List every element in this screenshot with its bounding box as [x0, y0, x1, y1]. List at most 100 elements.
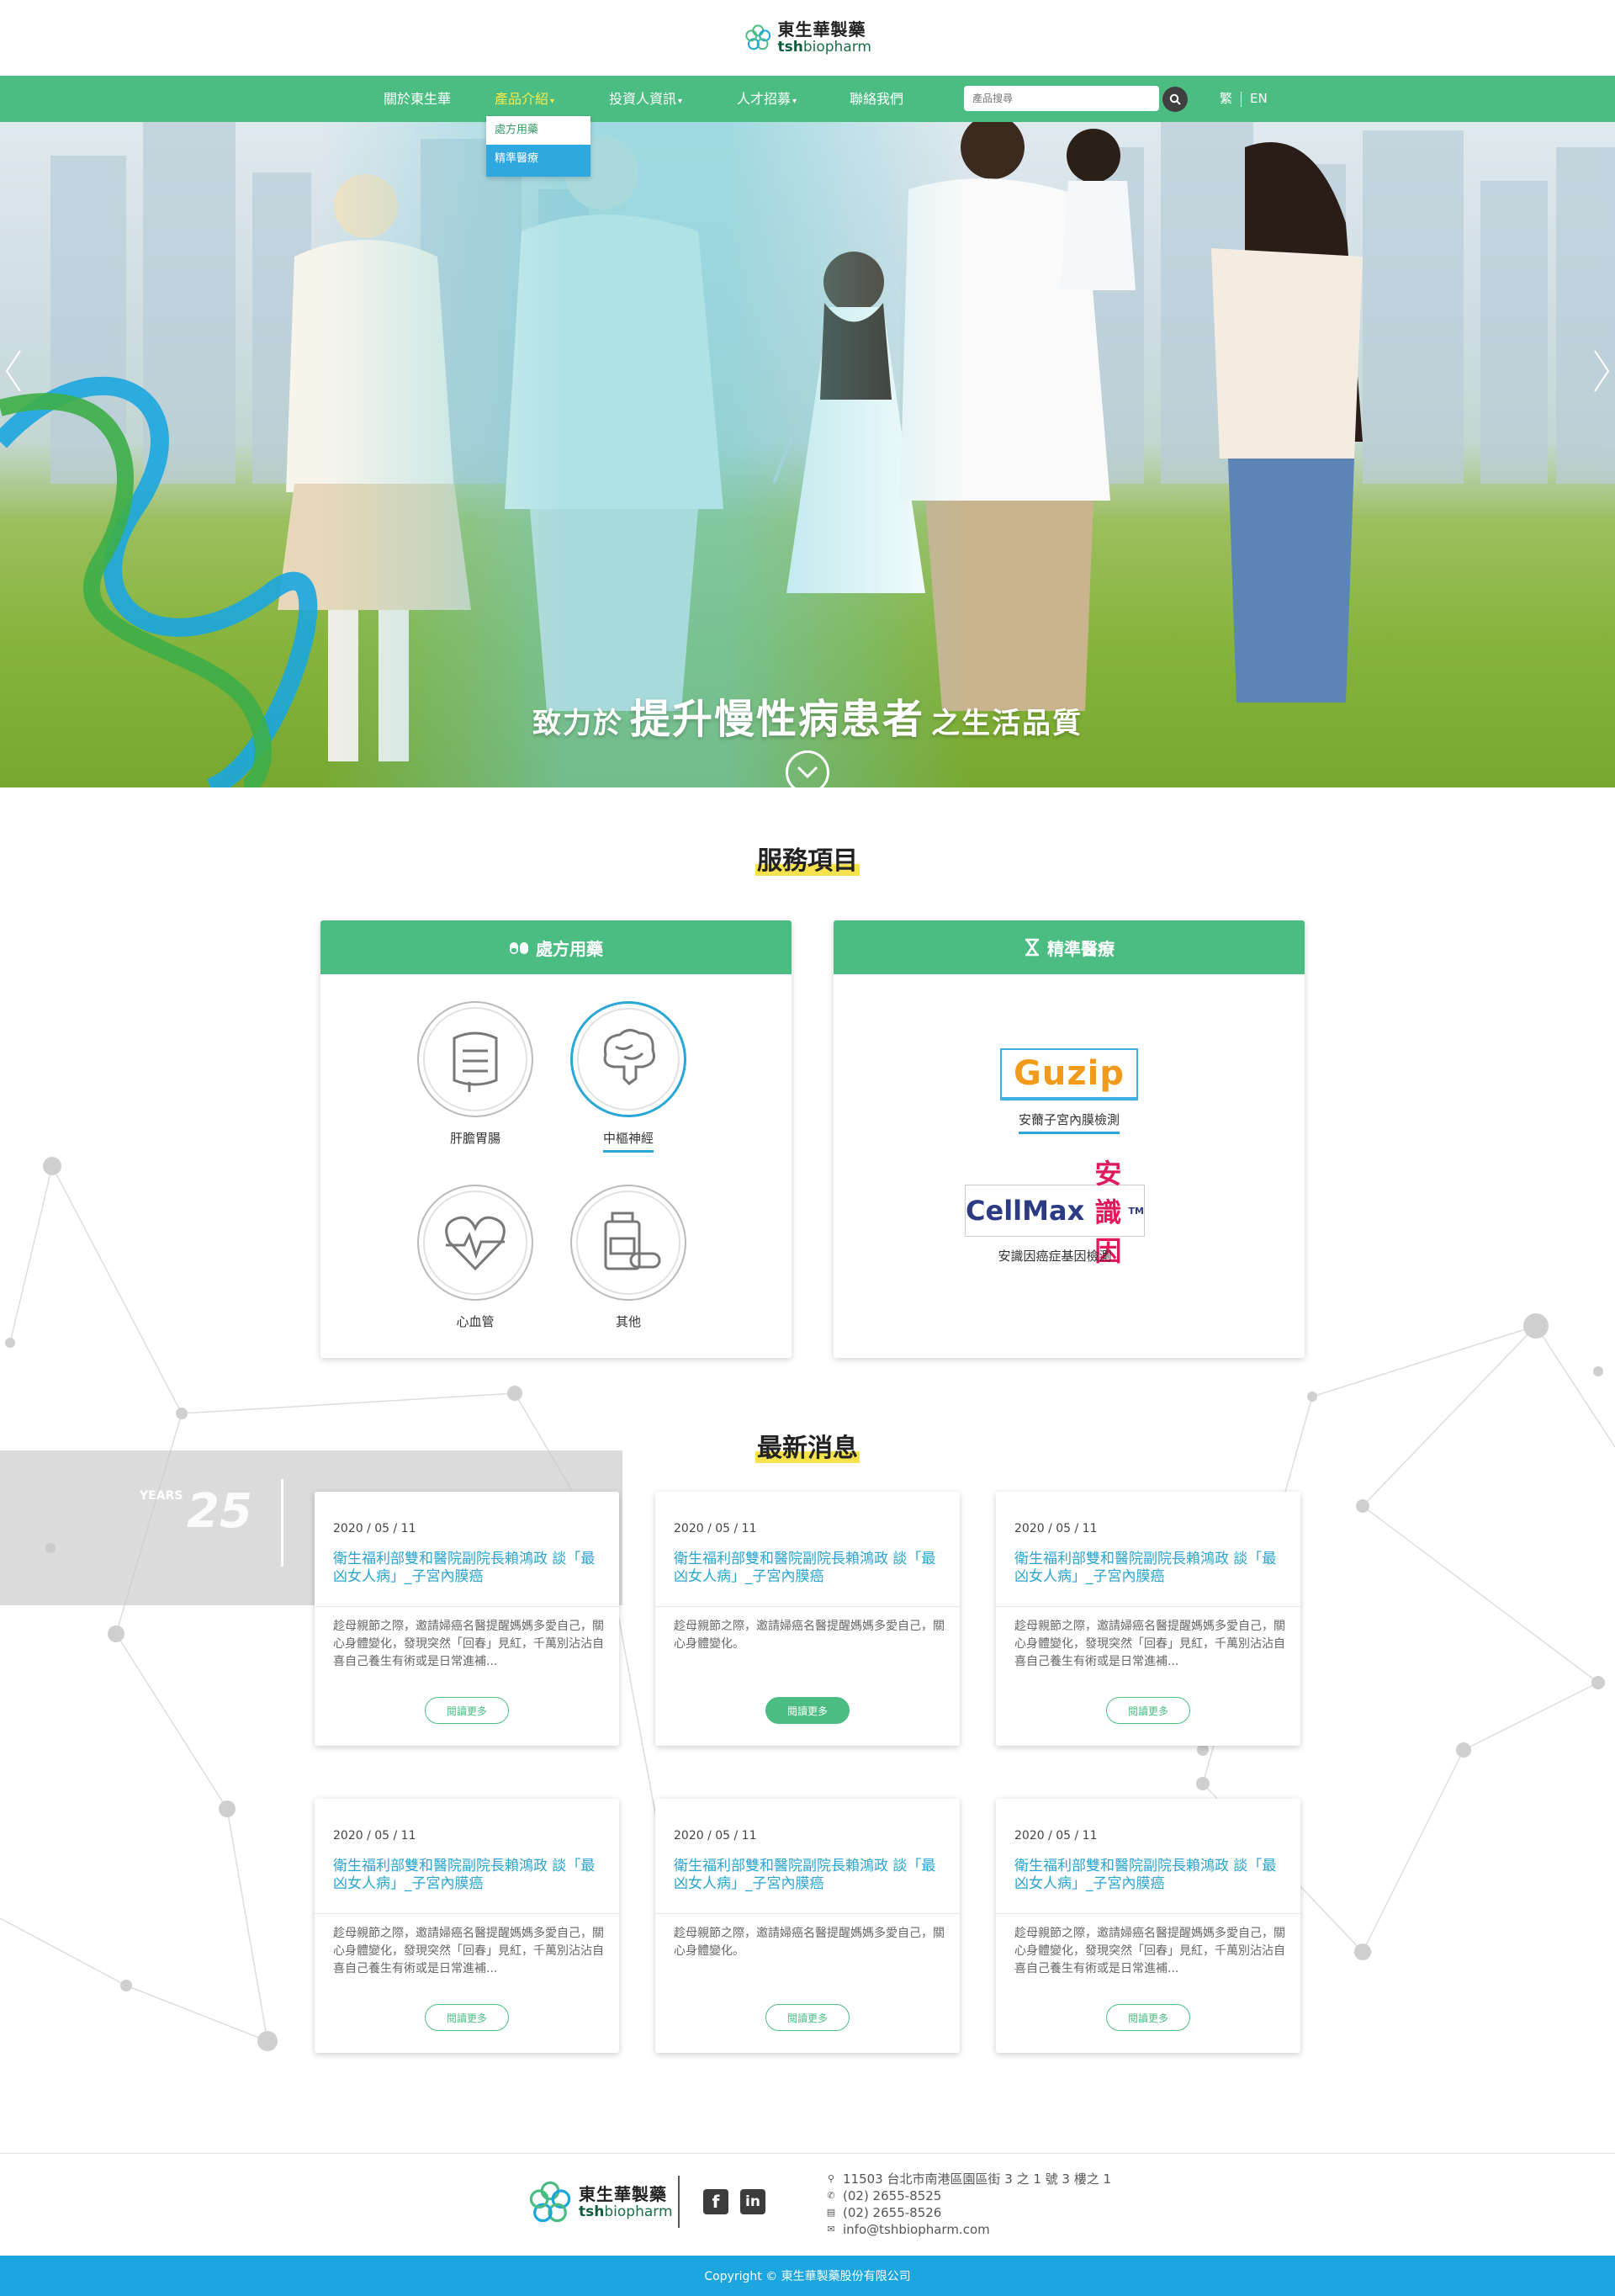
pills-icon	[509, 939, 529, 956]
footer-email[interactable]: info@tshbiopharm.com	[843, 2221, 990, 2238]
site-footer: 東生華製藥 tshbiopharm f in ⚲ 11503 台北市南港區園區街 …	[0, 2153, 1615, 2256]
news-card[interactable]: 2020 / 05 / 11 衛生福利部雙和醫院副院長賴鴻政 談「最凶女人病」_…	[655, 1799, 960, 2053]
main-nav: 關於東生華 產品介紹▾ 投資人資訊▾ 人才招募▾ 聯絡我們 繁 EN	[0, 76, 1615, 122]
caret-down-icon: ▾	[550, 97, 555, 106]
news-title: 最新消息	[755, 1434, 860, 1463]
news-card[interactable]: 2020 / 05 / 11 衛生福利部雙和醫院副院長賴鴻政 談「最凶女人病」_…	[996, 1492, 1300, 1746]
hero-caption: 致力於 提升慢性病患者 之生活品質	[532, 696, 1083, 743]
news-title-link[interactable]: 衛生福利部雙和醫院副院長賴鴻政 談「最凶女人病」_子宮內膜癌	[674, 1858, 945, 1893]
read-more-button[interactable]: 閱讀更多	[765, 2004, 850, 2031]
medicine-bottle-icon	[604, 1212, 661, 1270]
prescription-panel: 處方用藥 肝膽胃腸 中樞神經 心血管 其他	[320, 920, 792, 1358]
lang-en-link[interactable]: EN	[1250, 91, 1268, 106]
caret-down-icon: ▾	[792, 97, 797, 106]
guzip-logo: Guzip	[1000, 1048, 1138, 1100]
nav-item-investors[interactable]: 投資人資訊 ▾	[609, 76, 682, 122]
contact-info: ⚲ 11503 台北市南港區園區街 3 之 1 號 3 樓之 1 ✆ (02) 26…	[826, 2171, 1111, 2238]
category-other[interactable]: 其他	[569, 1185, 687, 1334]
scroll-down-button[interactable]	[786, 750, 829, 787]
news-title-link[interactable]: 衛生福利部雙和醫院副院長賴鴻政 談「最凶女人病」_子宮內膜癌	[1014, 1551, 1285, 1586]
facebook-icon[interactable]: f	[703, 2189, 728, 2214]
news-excerpt: 趁母親節之際，邀請婦癌名醫提醒媽媽多愛自己，關心身體變化，發現突然「回春」見紅，…	[1014, 1620, 1285, 1668]
read-more-button[interactable]: 閱讀更多	[765, 1697, 850, 1724]
logo-name-zh: 東生華製藥	[777, 19, 866, 40]
envelope-icon: ✉	[827, 2224, 835, 2235]
read-more-button[interactable]: 閱讀更多	[425, 1697, 509, 1724]
news-excerpt: 趁母親節之際，邀請婦癌名醫提醒媽媽多愛自己，關心身體變化，發現突然「回春」見紅，…	[333, 1620, 604, 1668]
brand-guzip[interactable]: Guzip 安薾子宮內膜檢測	[1000, 1048, 1138, 1134]
precision-panel: 精準醫療 Guzip 安薾子宮內膜檢測 CellMax 安識因 TM 安識因癌症基因…	[834, 920, 1305, 1358]
news-card[interactable]: 2020 / 05 / 11 衛生福利部雙和醫院副院長賴鴻政 談「最凶女人病」_…	[996, 1799, 1300, 2053]
fax-icon: ▤	[826, 2207, 836, 2218]
footer-phone[interactable]: (02) 2655-8525	[843, 2187, 941, 2204]
footer-address: 11503 台北市南港區園區街 3 之 1 號 3 樓之 1	[843, 2171, 1112, 2187]
phone-icon: ✆	[827, 2190, 835, 2201]
social-links: f in	[703, 2189, 765, 2214]
products-dropdown: 處方用藥 精準醫療	[486, 116, 590, 177]
anniversary-number: 25	[187, 1484, 252, 1539]
category-gastro[interactable]: 肝膽胃腸	[416, 1001, 534, 1150]
news-date: 2020 / 05 / 11	[333, 1522, 416, 1535]
map-pin-icon: ⚲	[827, 2173, 835, 2184]
news-date: 2020 / 05 / 11	[1014, 1829, 1098, 1843]
copyright-text: Copyright © 東生華製藥股份有限公司	[704, 2270, 911, 2283]
footer-fax: (02) 2655-8526	[843, 2205, 942, 2220]
footer-logo-name-zh: 東生華製藥	[579, 2184, 667, 2204]
precision-panel-header: 精準醫療	[834, 920, 1305, 974]
brain-icon	[603, 1029, 655, 1085]
nav-item-about[interactable]: 關於東生華	[384, 76, 451, 122]
site-logo[interactable]: 東生華製藥 tshbiopharm	[744, 15, 871, 61]
news-card[interactable]: 2020 / 05 / 11 衛生福利部雙和醫院副院長賴鴻政 談「最凶女人病」_…	[655, 1492, 960, 1746]
news-title-link[interactable]: 衛生福利部雙和醫院副院長賴鴻政 談「最凶女人病」_子宮內膜癌	[333, 1858, 604, 1893]
news-title-link[interactable]: 衛生福利部雙和醫院副院長賴鴻政 談「最凶女人病」_子宮內膜癌	[333, 1551, 604, 1586]
dna-icon	[1024, 938, 1040, 957]
heart-pulse-icon	[445, 1216, 506, 1271]
footer-logo-name-en: tshbiopharm	[579, 2203, 673, 2220]
services-title: 服務項目	[755, 846, 860, 876]
category-neuro[interactable]: 中樞神經	[569, 1001, 687, 1153]
prescription-panel-header: 處方用藥	[320, 920, 792, 974]
news-date: 2020 / 05 / 11	[674, 1829, 757, 1843]
slider-prev-icon[interactable]	[3, 347, 24, 395]
news-date: 2020 / 05 / 11	[333, 1829, 416, 1843]
search-input[interactable]	[964, 86, 1159, 111]
dna-flower-logo-icon	[745, 24, 771, 50]
cellmax-logo: CellMax 安識因 TM	[965, 1158, 1145, 1267]
slider-next-icon[interactable]	[1591, 347, 1612, 395]
lang-zh-link[interactable]: 繁	[1220, 91, 1232, 106]
news-title-link[interactable]: 衛生福利部雙和醫院副院長賴鴻政 談「最凶女人病」_子宮內膜癌	[674, 1551, 945, 1586]
read-more-button[interactable]: 閱讀更多	[1106, 2004, 1190, 2031]
read-more-button[interactable]: 閱讀更多	[1106, 1697, 1190, 1724]
news-card[interactable]: 2020 / 05 / 11 衛生福利部雙和醫院副院長賴鴻政 談「最凶女人病」_…	[315, 1799, 619, 2053]
dna-flower-logo-icon	[529, 2181, 571, 2223]
language-switch: 繁 EN	[1220, 76, 1268, 122]
news-excerpt: 趁母親節之際，邀請婦癌名醫提醒媽媽多愛自己，關心身體變化，發現突然「回春」見紅，…	[1014, 1927, 1285, 1975]
news-title-link[interactable]: 衛生福利部雙和醫院副院長賴鴻政 談「最凶女人病」_子宮內膜癌	[1014, 1858, 1285, 1893]
news-excerpt: 趁母親節之際，邀請婦癌名醫提醒媽媽多愛自己，關心身體變化。	[674, 1620, 945, 1651]
search-icon	[1169, 93, 1181, 105]
search-button[interactable]	[1162, 87, 1188, 112]
copyright-bar: Copyright © 東生華製藥股份有限公司	[0, 2256, 1615, 2296]
nav-item-contact[interactable]: 聯絡我們	[850, 76, 903, 122]
dropdown-item-precision[interactable]: 精準醫療	[486, 145, 590, 173]
read-more-button[interactable]: 閱讀更多	[425, 2004, 509, 2031]
news-date: 2020 / 05 / 11	[674, 1522, 757, 1535]
nav-item-careers[interactable]: 人才招募 ▾	[737, 76, 797, 122]
news-excerpt: 趁母親節之際，邀請婦癌名醫提醒媽媽多愛自己，關心身體變化，發現突然「回春」見紅，…	[333, 1927, 604, 1975]
caret-down-icon: ▾	[678, 97, 683, 106]
category-cardio[interactable]: 心血管	[416, 1185, 534, 1334]
hero-banner: 致力於 提升慢性病患者 之生活品質	[0, 122, 1615, 787]
dropdown-item-prescription[interactable]: 處方用藥	[486, 116, 590, 145]
logo-name-en: tshbiopharm	[777, 39, 871, 56]
nav-item-products[interactable]: 產品介紹 ▾	[495, 76, 554, 122]
brand-cellmax[interactable]: CellMax 安識因 TM 安識因癌症基因檢測	[965, 1158, 1145, 1268]
news-card[interactable]: 2020 / 05 / 11 衛生福利部雙和醫院副院長賴鴻政 談「最凶女人病」_…	[315, 1492, 619, 1746]
anniversary-word: YEARS	[140, 1489, 183, 1503]
linkedin-icon[interactable]: in	[740, 2189, 765, 2214]
news-date: 2020 / 05 / 11	[1014, 1522, 1098, 1535]
site-header: 東生華製藥 tshbiopharm	[0, 0, 1615, 76]
news-excerpt: 趁母親節之際，邀請婦癌名醫提醒媽媽多愛自己，關心身體變化。	[674, 1927, 945, 1958]
chevron-down-icon	[797, 766, 818, 779]
footer-logo[interactable]: 東生華製藥 tshbiopharm	[527, 2179, 673, 2226]
intestine-icon	[453, 1031, 498, 1092]
